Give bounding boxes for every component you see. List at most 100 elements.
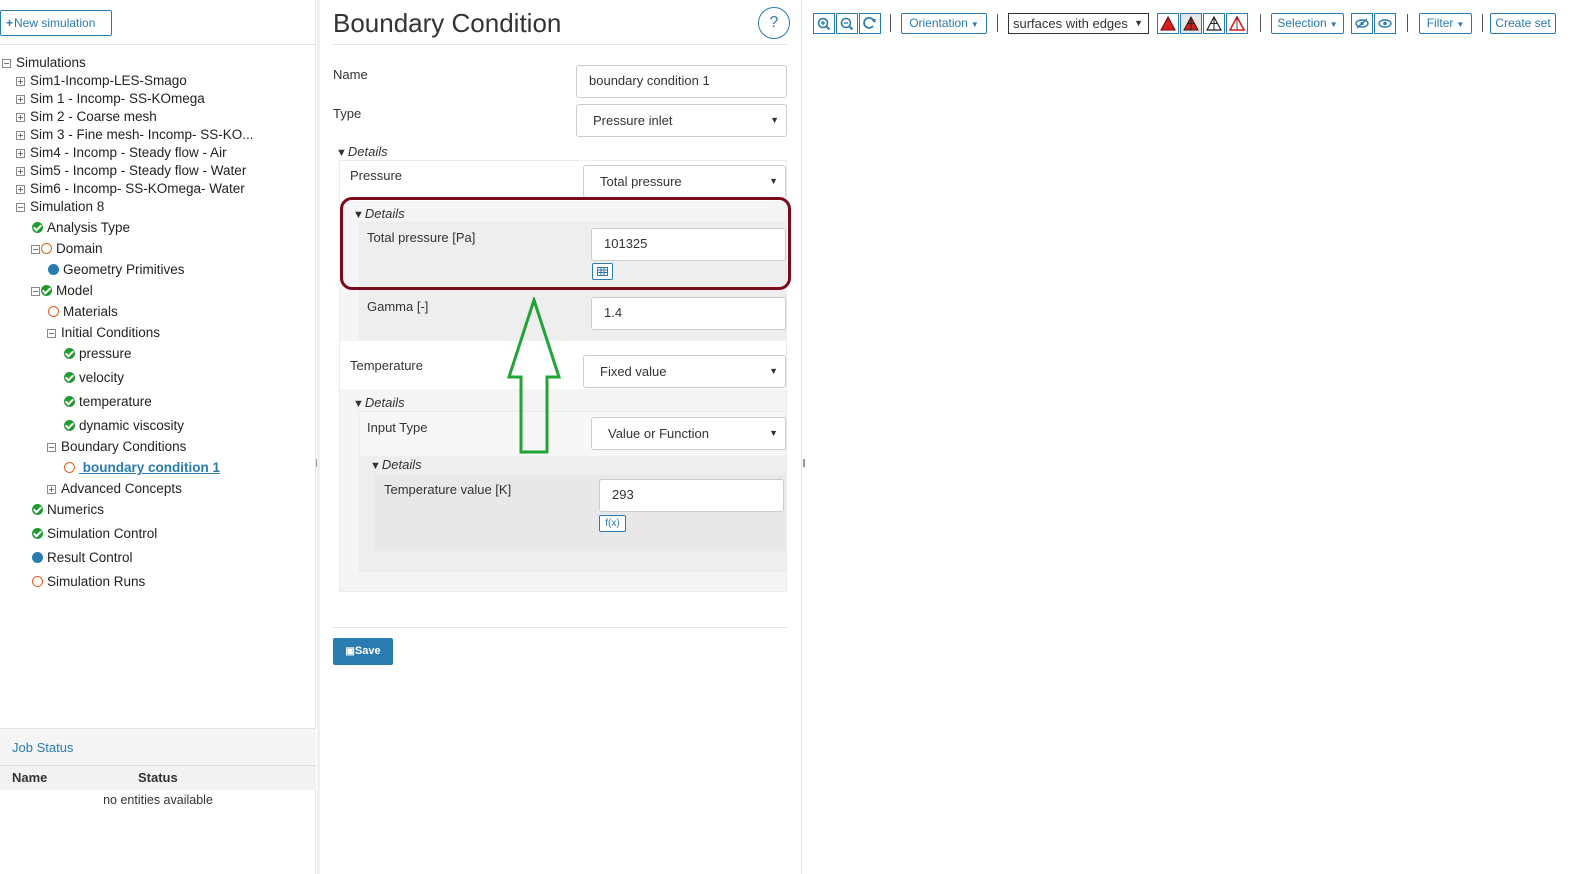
render-surface-edges-button[interactable] [1180, 13, 1202, 34]
check-status-icon [64, 347, 75, 359]
orientation-dropdown[interactable]: Orientation ▼ [901, 13, 987, 34]
triangle-down-icon: ▼ [353, 398, 364, 410]
surface-mode-select[interactable]: surfaces with edges ▼ [1008, 13, 1149, 34]
tree-item-simulation-runs[interactable]: Simulation Runs [32, 573, 145, 591]
column-status[interactable]: Status [138, 766, 178, 790]
info-status-icon [48, 263, 59, 275]
input-type-select[interactable]: Value or Function ▼ [591, 417, 786, 450]
tree-item-materials[interactable]: Materials [48, 303, 118, 321]
surface-edges-triangle-icon [1183, 15, 1199, 31]
expand-icon[interactable]: + [16, 94, 25, 104]
tree-item-sim4[interactable]: + Sim4 - Incomp - Steady flow - Air [16, 144, 227, 162]
incomplete-status-icon [64, 461, 75, 473]
temperature-select[interactable]: Fixed value ▼ [583, 355, 786, 388]
outline-triangle-icon [1228, 15, 1246, 31]
zoom-out-button[interactable] [836, 13, 858, 34]
expand-icon[interactable]: + [16, 76, 25, 86]
tree-item-sim2[interactable]: + Sim 2 - Coarse mesh [16, 108, 157, 126]
details-toggle[interactable]: ▼Details [336, 144, 388, 159]
check-status-icon [32, 527, 43, 539]
expand-icon[interactable]: + [16, 166, 25, 176]
collapse-icon[interactable]: − [2, 58, 11, 68]
collapse-icon[interactable]: − [47, 442, 56, 452]
incomplete-status-icon [32, 575, 43, 587]
tree-item-numerics[interactable]: Numerics [32, 501, 104, 519]
eye-slash-icon [1355, 18, 1369, 29]
tree-item-temperature[interactable]: temperature [64, 393, 152, 411]
tree-item-sim1-ss-komega[interactable]: + Sim 1 - Incomp- SS-KOmega [16, 90, 205, 108]
highlight-annotation [340, 197, 791, 290]
selection-dropdown[interactable]: Selection ▼ [1271, 13, 1344, 34]
temperature-details-toggle[interactable]: ▼Details [353, 395, 405, 410]
tree-item-simulation-8[interactable]: − Simulation 8 [16, 198, 104, 216]
expand-icon[interactable]: + [16, 112, 25, 122]
job-status-title[interactable]: Job Status [0, 728, 316, 766]
input-type-details-toggle[interactable]: ▼Details [370, 457, 422, 472]
tree-item-sim3[interactable]: + Sim 3 - Fine mesh- Incomp- SS-KO... [16, 126, 254, 144]
temperature-value-label: Temperature value [K] [384, 482, 512, 497]
tree-item-dynamic-viscosity[interactable]: dynamic viscosity [64, 417, 184, 435]
tree-item-domain[interactable]: − Domain [31, 240, 103, 258]
type-label: Type [333, 106, 362, 121]
pressure-select[interactable]: Total pressure ▼ [583, 165, 786, 198]
floppy-disk-icon: ▣ [345, 646, 355, 657]
expand-icon[interactable]: + [47, 484, 56, 494]
pressure-label: Pressure [350, 168, 403, 183]
input-type-label: Input Type [367, 420, 428, 435]
temperature-value-input[interactable]: 293 [599, 479, 784, 512]
new-simulation-button[interactable]: +New simulation [0, 10, 112, 36]
tree-item-boundary-conditions[interactable]: − Boundary Conditions [47, 438, 186, 456]
expand-icon[interactable]: + [16, 148, 25, 158]
reset-view-button[interactable] [859, 13, 881, 34]
tree-item-initial-conditions[interactable]: − Initial Conditions [47, 324, 160, 342]
filter-dropdown[interactable]: Filter ▼ [1419, 13, 1472, 34]
tree-item-advanced-concepts[interactable]: + Advanced Concepts [47, 480, 182, 498]
help-button[interactable]: ? [758, 7, 790, 39]
column-name[interactable]: Name [12, 766, 47, 790]
render-solid-button[interactable] [1157, 13, 1179, 34]
check-status-icon [64, 395, 75, 407]
tree-item-result-control[interactable]: Result Control [32, 549, 133, 567]
check-status-icon [64, 371, 75, 383]
tree-item-velocity[interactable]: velocity [64, 369, 124, 387]
toolbar-separator [1407, 14, 1408, 32]
divider [333, 627, 787, 628]
expand-icon[interactable]: + [16, 184, 25, 194]
tree-root-simulations[interactable]: − Simulations [2, 54, 86, 72]
zoom-in-button[interactable] [813, 13, 835, 34]
toolbar-separator [890, 14, 891, 32]
caret-down-icon: ▼ [769, 428, 778, 438]
tree-item-geometry-primitives[interactable]: Geometry Primitives [48, 261, 185, 279]
tree-item-simulation-control[interactable]: Simulation Control [32, 525, 157, 543]
tree-item-analysis-type[interactable]: Analysis Type [32, 219, 130, 237]
expand-icon[interactable]: + [16, 130, 25, 140]
collapse-icon[interactable]: − [31, 286, 40, 296]
divider [0, 44, 316, 45]
collapse-icon[interactable]: − [31, 244, 40, 254]
tree-item-sim6[interactable]: + Sim6 - Incomp- SS-KOmega- Water [16, 180, 245, 198]
job-status-panel: Job Status Name Status no entities avail… [0, 728, 316, 810]
hide-selected-button[interactable] [1351, 13, 1373, 34]
caret-down-icon: ▼ [770, 115, 779, 125]
up-arrow-annotation [506, 297, 562, 454]
tree-item-sim1[interactable]: + Sim1-Incomp-LES-Smago [16, 72, 187, 90]
render-outline-button[interactable] [1226, 13, 1248, 34]
gamma-input[interactable]: 1.4 [591, 297, 786, 330]
render-wireframe-button[interactable] [1203, 13, 1225, 34]
type-select[interactable]: Pressure inlet ▼ [576, 104, 787, 137]
function-button[interactable]: f(x) [599, 515, 626, 532]
boundary-condition-1-link[interactable]: boundary condition 1 [79, 460, 220, 475]
tree-item-sim5[interactable]: + Sim5 - Incomp - Steady flow - Water [16, 162, 246, 180]
splitter-handle[interactable] [803, 459, 805, 467]
show-all-button[interactable] [1374, 13, 1396, 34]
collapse-icon[interactable]: − [16, 202, 25, 212]
triangle-down-icon: ▼ [370, 460, 381, 472]
toolbar-separator [997, 14, 998, 32]
tree-item-pressure[interactable]: pressure [64, 345, 132, 363]
save-button[interactable]: ▣Save [333, 638, 393, 665]
name-input[interactable]: boundary condition 1 [576, 65, 787, 98]
create-set-button[interactable]: Create set [1490, 13, 1556, 34]
collapse-icon[interactable]: − [47, 328, 56, 338]
tree-item-boundary-condition-1[interactable]: boundary condition 1 [64, 459, 220, 477]
tree-item-model[interactable]: − Model [31, 282, 93, 300]
